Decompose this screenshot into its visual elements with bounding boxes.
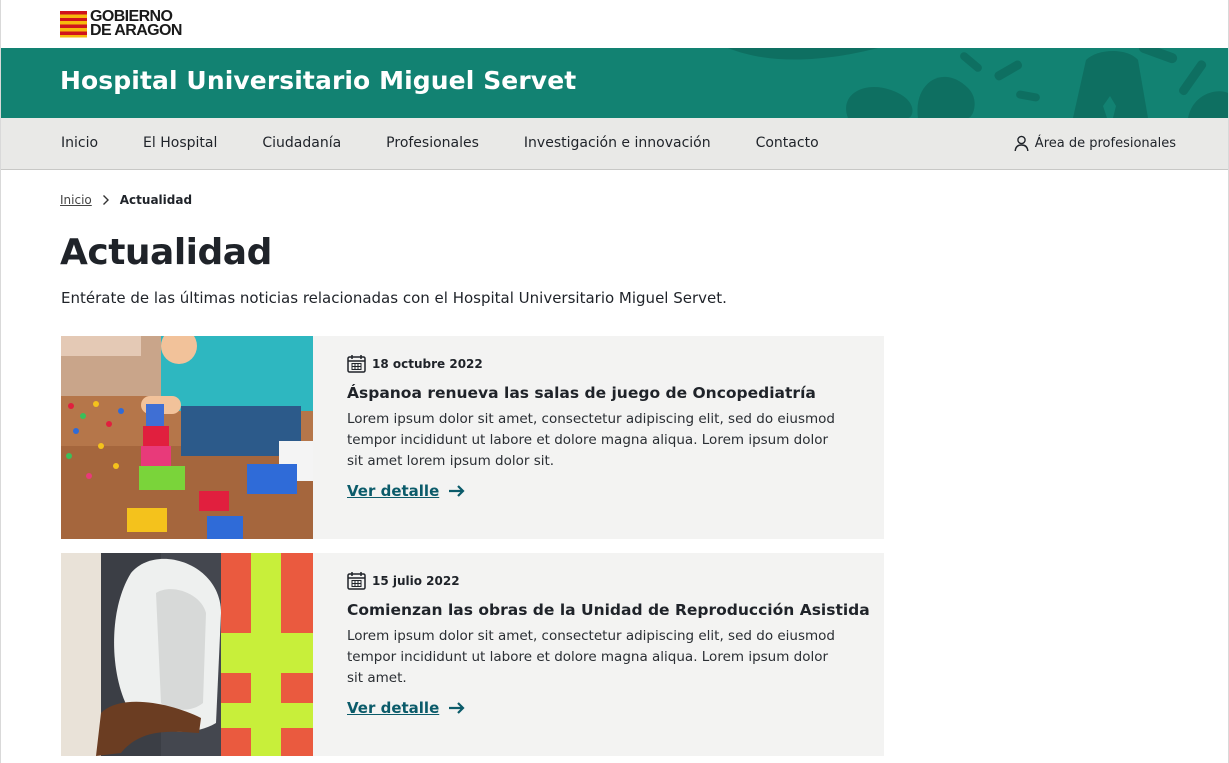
logo-line-2: DE ARAGON [90, 22, 182, 39]
arrow-right-icon [449, 702, 465, 714]
professionals-area-label: Área de profesionales [1034, 136, 1176, 151]
news-title[interactable]: Comienzan las obras de la Unidad de Repr… [347, 601, 884, 619]
nav-item-inicio[interactable]: Inicio [61, 135, 98, 151]
professionals-area-link[interactable]: Área de profesionales [1014, 135, 1176, 152]
arrow-right-icon [449, 485, 465, 497]
chevron-right-icon [102, 195, 109, 205]
aragon-flag-icon [60, 10, 87, 38]
page-intro: Entérate de las últimas noticias relacio… [61, 289, 727, 307]
news-date: 18 octubre 2022 [372, 356, 483, 371]
news-detail-label: Ver detalle [347, 482, 440, 500]
news-date: 15 julio 2022 [372, 573, 460, 588]
decorative-pattern-icon [728, 48, 1228, 118]
page-title: Actualidad [60, 232, 272, 273]
user-icon [1014, 135, 1029, 152]
breadcrumb-home[interactable]: Inicio [60, 193, 92, 207]
breadcrumb: Inicio Actualidad [60, 193, 192, 207]
nav-item-profesionales[interactable]: Profesionales [386, 135, 479, 151]
news-summary: Lorem ipsum dolor sit amet, consectetur … [347, 628, 836, 686]
news-card: 18 octubre 2022 Áspanoa renueva las sala… [61, 336, 884, 539]
site-title[interactable]: Hospital Universitario Miguel Servet [60, 66, 576, 95]
news-detail-label: Ver detalle [347, 699, 440, 717]
news-image-toys[interactable] [61, 336, 313, 539]
main-nav: Inicio El Hospital Ciudadanía Profesiona… [1, 118, 1228, 170]
breadcrumb-current: Actualidad [119, 193, 193, 207]
nav-item-contacto[interactable]: Contacto [756, 135, 819, 151]
hero-banner: Hospital Universitario Miguel Servet [1, 48, 1228, 118]
news-detail-link[interactable]: Ver detalle [347, 482, 884, 500]
nav-item-ciudadania[interactable]: Ciudadanía [262, 135, 341, 151]
calendar-icon [347, 572, 366, 590]
news-title[interactable]: Áspanoa renueva las salas de juego de On… [347, 384, 884, 402]
news-detail-link[interactable]: Ver detalle [347, 699, 884, 717]
nav-item-el-hospital[interactable]: El Hospital [143, 135, 217, 151]
gobierno-aragon-logo[interactable]: GOBIERNO DE ARAGON [60, 9, 182, 39]
calendar-icon [347, 355, 366, 373]
news-summary: Lorem ipsum dolor sit amet, consectetur … [347, 411, 836, 469]
news-card: 15 julio 2022 Comienzan las obras de la … [61, 553, 884, 756]
news-image-construction[interactable] [61, 553, 313, 756]
top-bar: GOBIERNO DE ARAGON [1, 0, 1228, 48]
nav-item-investigacion[interactable]: Investigación e innovación [524, 135, 711, 151]
